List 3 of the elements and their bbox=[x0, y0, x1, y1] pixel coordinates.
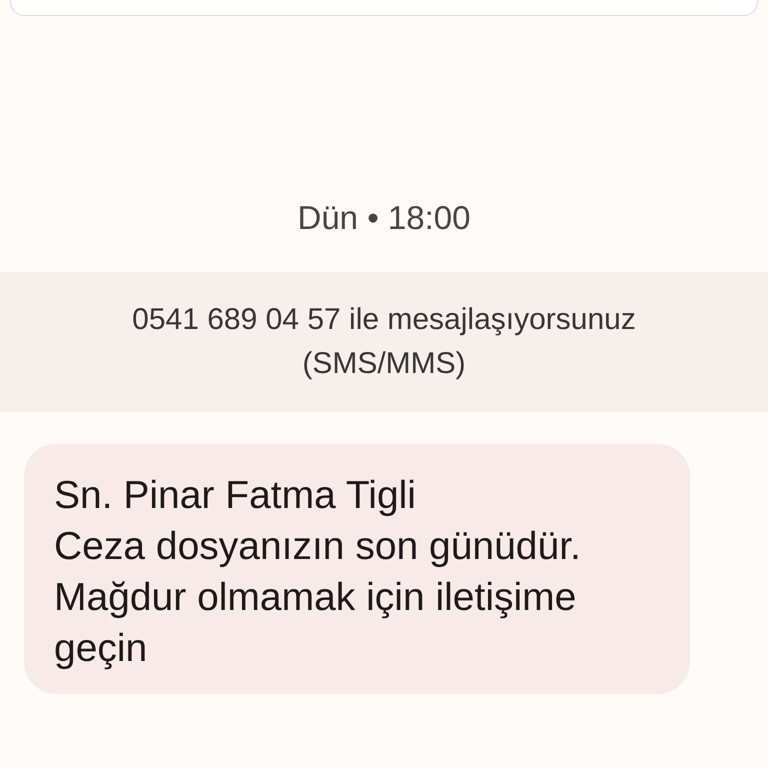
conversation-info-text: 0541 689 04 57 ile mesajlaşıyorsunuz (SMS/MMS) bbox=[131, 302, 637, 382]
message-timestamp: Dün • 18:00 bbox=[297, 198, 470, 238]
message-bubble: Sn. Pinar Fatma Tigli Ceza dosyanızın son günüdür. Mağdur olmamak için iletişime geçin bbox=[24, 444, 690, 694]
